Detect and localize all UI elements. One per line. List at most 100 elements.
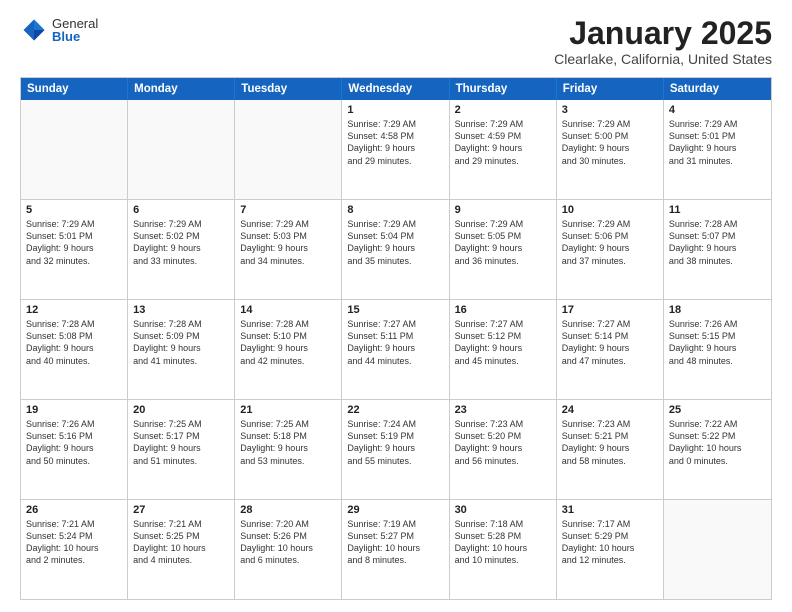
calendar-cell-day-2: 2Sunrise: 7:29 AM Sunset: 4:59 PM Daylig… <box>450 100 557 199</box>
calendar-row-3: 12 Sunrise: 7:28 AM Sunset: 5:08 PM Dayli… <box>21 299 771 399</box>
day-number-27: 27 <box>133 504 229 516</box>
day-number-19: 19 <box>26 404 122 416</box>
calendar-cell-day-24: 24Sunrise: 7:23 AM Sunset: 5:21 PM Dayli… <box>557 400 664 499</box>
day-details-5: Sunrise: 7:29 AM Sunset: 5:01 PM Dayligh… <box>26 218 122 267</box>
calendar-cell-day-8: 8 Sunrise: 7:29 AM Sunset: 5:04 PM Daylig… <box>342 200 449 299</box>
calendar-cell-day-20: 20 Sunrise: 7:25 AM Sunset: 5:17 PM Dayli… <box>128 400 235 499</box>
calendar-body: 1 Sunrise: 7:29 AM Sunset: 4:58 PM Daylig… <box>21 100 771 599</box>
calendar-cell-day-12: 12 Sunrise: 7:28 AM Sunset: 5:08 PM Dayli… <box>21 300 128 399</box>
calendar-cell-day-17: 17Sunrise: 7:27 AM Sunset: 5:14 PM Dayli… <box>557 300 664 399</box>
day-number-20: 20 <box>133 404 229 416</box>
calendar-row-1: 1 Sunrise: 7:29 AM Sunset: 4:58 PM Daylig… <box>21 100 771 199</box>
day-number-22: 22 <box>347 404 443 416</box>
logo-text: General Blue <box>52 17 98 43</box>
weekday-header-sunday: Sunday <box>21 78 128 100</box>
day-number-23: 23 <box>455 404 551 416</box>
day-number-11: 11 <box>669 204 766 216</box>
day-number-13: 13 <box>133 304 229 316</box>
calendar-cell-day-10: 10 Sunrise: 7:29 AM Sunset: 5:06 PM Dayli… <box>557 200 664 299</box>
logo: General Blue <box>20 16 98 44</box>
calendar-cell-day-13: 13 Sunrise: 7:28 AM Sunset: 5:09 PM Dayli… <box>128 300 235 399</box>
calendar-cell-empty <box>128 100 235 199</box>
day-details-11: Sunrise: 7:28 AM Sunset: 5:07 PM Dayligh… <box>669 218 766 267</box>
day-details-1: Sunrise: 7:29 AM Sunset: 4:58 PM Dayligh… <box>347 118 443 167</box>
calendar-cell-day-22: 22 Sunrise: 7:24 AM Sunset: 5:19 PM Dayli… <box>342 400 449 499</box>
calendar-cell-day-18: 18Sunrise: 7:26 AM Sunset: 5:15 PM Dayli… <box>664 300 771 399</box>
calendar-cell-day-6: 6Sunrise: 7:29 AM Sunset: 5:02 PM Daylig… <box>128 200 235 299</box>
day-number-8: 8 <box>347 204 443 216</box>
calendar-cell-day-3: 3Sunrise: 7:29 AM Sunset: 5:00 PM Daylig… <box>557 100 664 199</box>
day-details-8: Sunrise: 7:29 AM Sunset: 5:04 PM Dayligh… <box>347 218 443 267</box>
day-details-20: Sunrise: 7:25 AM Sunset: 5:17 PM Dayligh… <box>133 418 229 467</box>
calendar-cell-empty <box>664 500 771 599</box>
day-number-7: 7 <box>240 204 336 216</box>
day-details-13: Sunrise: 7:28 AM Sunset: 5:09 PM Dayligh… <box>133 318 229 367</box>
day-details-25: Sunrise: 7:22 AM Sunset: 5:22 PM Dayligh… <box>669 418 766 467</box>
day-number-15: 15 <box>347 304 443 316</box>
page: General Blue January 2025 Clearlake, Cal… <box>0 0 792 612</box>
day-details-21: Sunrise: 7:25 AM Sunset: 5:18 PM Dayligh… <box>240 418 336 467</box>
calendar-row-4: 19 Sunrise: 7:26 AM Sunset: 5:16 PM Dayli… <box>21 399 771 499</box>
calendar-cell-day-9: 9 Sunrise: 7:29 AM Sunset: 5:05 PM Daylig… <box>450 200 557 299</box>
day-number-14: 14 <box>240 304 336 316</box>
calendar-row-2: 5 Sunrise: 7:29 AM Sunset: 5:01 PM Daylig… <box>21 199 771 299</box>
day-number-9: 9 <box>455 204 551 216</box>
day-details-26: Sunrise: 7:21 AM Sunset: 5:24 PM Dayligh… <box>26 518 122 567</box>
calendar-cell-day-23: 23 Sunrise: 7:23 AM Sunset: 5:20 PM Dayli… <box>450 400 557 499</box>
calendar-cell-empty <box>235 100 342 199</box>
calendar-cell-day-4: 4Sunrise: 7:29 AM Sunset: 5:01 PM Daylig… <box>664 100 771 199</box>
calendar-row-5: 26Sunrise: 7:21 AM Sunset: 5:24 PM Dayli… <box>21 499 771 599</box>
day-number-28: 28 <box>240 504 336 516</box>
day-number-25: 25 <box>669 404 766 416</box>
calendar-cell-day-29: 29Sunrise: 7:19 AM Sunset: 5:27 PM Dayli… <box>342 500 449 599</box>
weekday-header-friday: Friday <box>557 78 664 100</box>
day-number-30: 30 <box>455 504 551 516</box>
day-details-23: Sunrise: 7:23 AM Sunset: 5:20 PM Dayligh… <box>455 418 551 467</box>
day-details-18: Sunrise: 7:26 AM Sunset: 5:15 PM Dayligh… <box>669 318 766 367</box>
day-details-10: Sunrise: 7:29 AM Sunset: 5:06 PM Dayligh… <box>562 218 658 267</box>
day-details-12: Sunrise: 7:28 AM Sunset: 5:08 PM Dayligh… <box>26 318 122 367</box>
day-details-28: Sunrise: 7:20 AM Sunset: 5:26 PM Dayligh… <box>240 518 336 567</box>
day-number-10: 10 <box>562 204 658 216</box>
calendar-cell-day-25: 25 Sunrise: 7:22 AM Sunset: 5:22 PM Dayli… <box>664 400 771 499</box>
day-details-14: Sunrise: 7:28 AM Sunset: 5:10 PM Dayligh… <box>240 318 336 367</box>
day-details-9: Sunrise: 7:29 AM Sunset: 5:05 PM Dayligh… <box>455 218 551 267</box>
calendar-cell-day-26: 26Sunrise: 7:21 AM Sunset: 5:24 PM Dayli… <box>21 500 128 599</box>
day-details-4: Sunrise: 7:29 AM Sunset: 5:01 PM Dayligh… <box>669 118 766 167</box>
day-number-21: 21 <box>240 404 336 416</box>
day-details-30: Sunrise: 7:18 AM Sunset: 5:28 PM Dayligh… <box>455 518 551 567</box>
weekday-header-wednesday: Wednesday <box>342 78 449 100</box>
calendar-cell-day-5: 5 Sunrise: 7:29 AM Sunset: 5:01 PM Daylig… <box>21 200 128 299</box>
title-block: January 2025 Clearlake, California, Unit… <box>554 16 772 67</box>
calendar-cell-day-28: 28 Sunrise: 7:20 AM Sunset: 5:26 PM Dayli… <box>235 500 342 599</box>
day-number-16: 16 <box>455 304 551 316</box>
day-details-19: Sunrise: 7:26 AM Sunset: 5:16 PM Dayligh… <box>26 418 122 467</box>
day-details-27: Sunrise: 7:21 AM Sunset: 5:25 PM Dayligh… <box>133 518 229 567</box>
day-details-7: Sunrise: 7:29 AM Sunset: 5:03 PM Dayligh… <box>240 218 336 267</box>
calendar-cell-day-27: 27 Sunrise: 7:21 AM Sunset: 5:25 PM Dayli… <box>128 500 235 599</box>
calendar-header: SundayMondayTuesdayWednesdayThursdayFrid… <box>21 78 771 100</box>
day-details-29: Sunrise: 7:19 AM Sunset: 5:27 PM Dayligh… <box>347 518 443 567</box>
day-number-24: 24 <box>562 404 658 416</box>
logo-icon <box>20 16 48 44</box>
logo-blue-label: Blue <box>52 30 98 43</box>
calendar-cell-day-14: 14 Sunrise: 7:28 AM Sunset: 5:10 PM Dayli… <box>235 300 342 399</box>
day-number-5: 5 <box>26 204 122 216</box>
day-number-31: 31 <box>562 504 658 516</box>
day-number-1: 1 <box>347 104 443 116</box>
day-details-31: Sunrise: 7:17 AM Sunset: 5:29 PM Dayligh… <box>562 518 658 567</box>
calendar: SundayMondayTuesdayWednesdayThursdayFrid… <box>20 77 772 600</box>
day-number-12: 12 <box>26 304 122 316</box>
weekday-header-monday: Monday <box>128 78 235 100</box>
weekday-header-saturday: Saturday <box>664 78 771 100</box>
day-number-3: 3 <box>562 104 658 116</box>
day-details-15: Sunrise: 7:27 AM Sunset: 5:11 PM Dayligh… <box>347 318 443 367</box>
calendar-cell-day-16: 16Sunrise: 7:27 AM Sunset: 5:12 PM Dayli… <box>450 300 557 399</box>
weekday-header-tuesday: Tuesday <box>235 78 342 100</box>
day-details-22: Sunrise: 7:24 AM Sunset: 5:19 PM Dayligh… <box>347 418 443 467</box>
calendar-cell-day-1: 1 Sunrise: 7:29 AM Sunset: 4:58 PM Daylig… <box>342 100 449 199</box>
calendar-cell-day-30: 30 Sunrise: 7:18 AM Sunset: 5:28 PM Dayli… <box>450 500 557 599</box>
day-details-6: Sunrise: 7:29 AM Sunset: 5:02 PM Dayligh… <box>133 218 229 267</box>
day-details-17: Sunrise: 7:27 AM Sunset: 5:14 PM Dayligh… <box>562 318 658 367</box>
header: General Blue January 2025 Clearlake, Cal… <box>20 16 772 67</box>
